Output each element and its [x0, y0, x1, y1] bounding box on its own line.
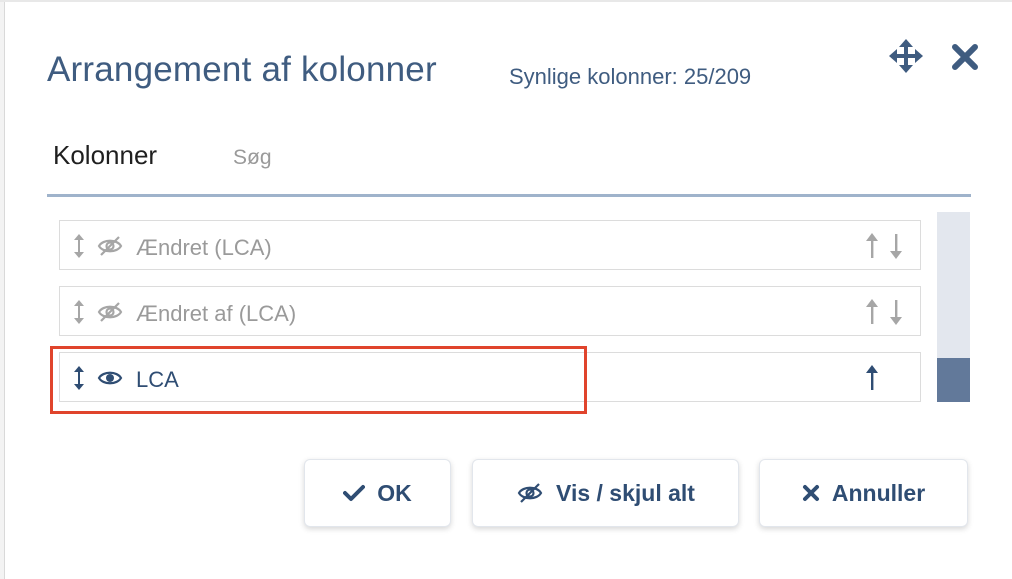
- column-label: LCA: [136, 367, 179, 392]
- arrow-down-icon[interactable]: [888, 233, 904, 259]
- cancel-button-label: Annuller: [831, 479, 926, 506]
- eye-slash-icon[interactable]: [97, 235, 123, 257]
- arrow-up-icon[interactable]: [864, 299, 880, 325]
- cancel-button[interactable]: Annuller: [759, 459, 968, 527]
- column-arrangement-dialog: Arrangement af kolonner Synlige kolonner…: [0, 0, 1012, 579]
- background-top-edge: [0, 0, 1012, 2]
- arrow-down-icon[interactable]: [888, 299, 904, 325]
- ok-button-label: OK: [377, 479, 412, 506]
- close-icon: [802, 485, 819, 501]
- toggle-all-button[interactable]: Vis / skjul alt: [472, 459, 739, 527]
- toggle-all-button-label: Vis / skjul alt: [556, 479, 695, 506]
- visible-columns-count: Synlige kolonner: 25/209: [509, 64, 752, 89]
- eye-icon[interactable]: [97, 367, 123, 389]
- close-icon[interactable]: [950, 42, 980, 72]
- column-label: Ændret af (LCA): [136, 301, 297, 326]
- column-row-lca[interactable]: LCA: [59, 352, 921, 402]
- tab-search[interactable]: Søg: [233, 146, 272, 170]
- eye-slash-icon[interactable]: [97, 301, 123, 323]
- drag-handle-icon[interactable]: [72, 300, 86, 324]
- arrow-up-icon[interactable]: [864, 233, 880, 259]
- scrollbar-thumb[interactable]: [937, 358, 970, 402]
- column-label: Ændret (LCA): [136, 235, 272, 260]
- tab-divider: [47, 194, 971, 197]
- column-row-aendret-af-lca[interactable]: Ændret af (LCA): [59, 286, 921, 336]
- background-edge: [0, 0, 5, 579]
- drag-handle-icon[interactable]: [72, 366, 86, 390]
- ok-button[interactable]: OK: [304, 459, 451, 527]
- check-icon: [343, 485, 366, 501]
- column-row-aendret-lca[interactable]: Ændret (LCA): [59, 220, 921, 270]
- arrow-up-icon[interactable]: [864, 365, 880, 391]
- eye-slash-icon: [517, 483, 543, 503]
- dialog-title: Arrangement af kolonner: [47, 50, 437, 89]
- tab-columns[interactable]: Kolonner: [53, 140, 157, 171]
- drag-handle-icon[interactable]: [72, 234, 86, 258]
- move-arrows-icon[interactable]: [889, 39, 923, 73]
